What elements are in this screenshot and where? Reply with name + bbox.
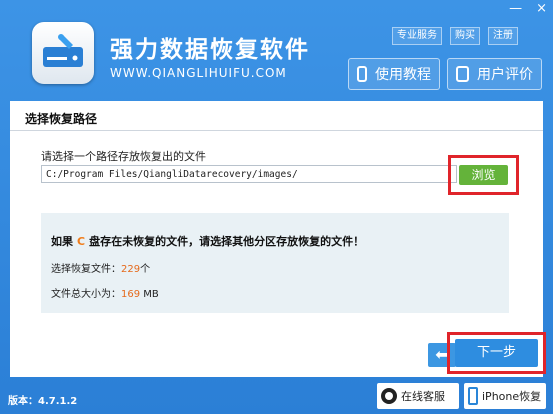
section-title: 选择恢复路径 xyxy=(25,112,98,126)
iphone-recovery-label: iPhone恢复 xyxy=(482,390,542,403)
next-button[interactable]: 下一步 xyxy=(455,339,538,367)
pro-service-link[interactable]: 专业服务 xyxy=(392,27,442,45)
total-size-unit: MB xyxy=(140,289,159,300)
path-label: 请选择一个路径存放恢复出的文件 xyxy=(41,150,206,163)
warning-text: 如果 C 盘存在未恢复的文件，请选择其他分区存放恢复的文件！ xyxy=(51,233,364,249)
browse-highlight: 浏览 xyxy=(448,155,519,195)
tutorial-button[interactable]: 使用教程 xyxy=(348,58,440,90)
info-box: 如果 C 盘存在未恢复的文件，请选择其他分区存放恢复的文件！ 选择恢复文件：229个… xyxy=(41,213,509,313)
section-divider xyxy=(10,130,543,131)
buy-link[interactable]: 购买 xyxy=(450,27,480,45)
selected-files-label: 选择恢复文件： xyxy=(51,264,121,275)
tutorial-label: 使用教程 xyxy=(375,67,431,83)
app-url: WWW.QIANGLIHUIFU.COM xyxy=(110,66,287,80)
document-icon xyxy=(357,66,367,82)
online-service-button[interactable]: 在线客服 xyxy=(377,383,459,409)
path-input[interactable] xyxy=(41,165,457,183)
minimize-button[interactable]: — xyxy=(509,2,522,16)
selected-files-unit: 个 xyxy=(140,264,151,275)
comment-icon xyxy=(456,66,469,82)
total-size-value: 169 xyxy=(121,289,141,300)
review-label: 用户评价 xyxy=(477,67,533,83)
warning-suffix: 盘存在未恢复的文件，请选择其他分区存放恢复的文件！ xyxy=(89,235,365,248)
app-logo-icon xyxy=(32,22,94,84)
app-window: — × 强力数据恢复软件 WWW.QIANGLIHUIFU.COM 专业服务 购… xyxy=(0,0,553,414)
drive-letter: C xyxy=(77,235,86,248)
next-highlight: 下一步 xyxy=(447,332,546,374)
iphone-recovery-button[interactable]: iPhone恢复 xyxy=(464,383,546,409)
app-title: 强力数据恢复软件 xyxy=(110,37,310,63)
browse-button[interactable]: 浏览 xyxy=(459,165,508,185)
version-label: 版本：4.7.1.2 xyxy=(8,396,78,407)
total-size-label: 文件总大小为： xyxy=(51,289,121,300)
total-size-line: 文件总大小为：169 MB xyxy=(51,285,159,300)
selected-files-line: 选择恢复文件：229个 xyxy=(51,260,150,275)
register-link[interactable]: 注册 xyxy=(488,27,518,45)
review-button[interactable]: 用户评价 xyxy=(447,58,542,90)
selected-files-count: 229 xyxy=(121,264,141,275)
qq-icon xyxy=(381,388,397,404)
online-service-label: 在线客服 xyxy=(401,390,445,403)
window-controls: — × xyxy=(509,2,547,16)
top-links: 专业服务 购买 注册 xyxy=(388,27,518,45)
close-button[interactable]: × xyxy=(536,2,547,16)
phone-icon xyxy=(468,387,478,405)
warning-prefix: 如果 xyxy=(51,235,73,248)
